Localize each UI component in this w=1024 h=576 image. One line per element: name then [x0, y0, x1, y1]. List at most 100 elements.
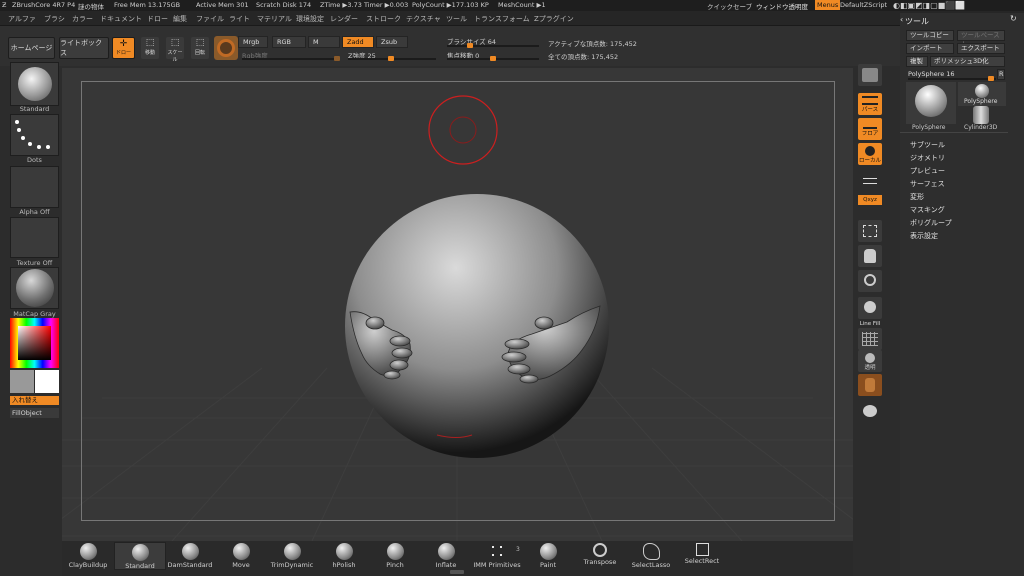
polyframe-button[interactable] [858, 328, 882, 350]
stroke-thumbnail-button[interactable] [10, 114, 59, 156]
color-picker-square[interactable] [18, 326, 51, 360]
brush-standard[interactable]: Standard [114, 542, 166, 570]
draw-button[interactable]: ✛ ドロー [112, 37, 135, 59]
menu-light[interactable]: ライト [229, 14, 250, 24]
secondary-color-swatch[interactable] [35, 370, 59, 393]
brush-thumbnail-button[interactable] [10, 62, 59, 106]
move-brush-icon [232, 543, 250, 560]
section-polygroups[interactable]: ポリグループ [910, 218, 952, 228]
section-display-properties[interactable]: 表示設定 [910, 231, 938, 241]
rgb-intensity-slider[interactable] [242, 56, 340, 61]
menu-document[interactable]: ドキュメント [100, 14, 142, 24]
transparent-button[interactable]: 透明 [858, 350, 882, 372]
mrgb-button[interactable]: Mrgb [238, 36, 268, 48]
move-button[interactable]: ⬚ 移動 [141, 37, 159, 59]
thumb3-label: Cylinder3D [964, 124, 998, 131]
focal-shift-slider[interactable] [447, 56, 539, 61]
default-zscript-button[interactable]: DefaultZScript [840, 1, 887, 9]
brush-selectlasso[interactable]: SelectLasso [625, 542, 677, 570]
window-transparency-button[interactable]: ウィンドウ透明度 [756, 1, 808, 11]
collapse-arrow-icon[interactable]: ‹ [900, 15, 903, 24]
menu-material[interactable]: マテリアル [257, 14, 292, 24]
load-tool-button[interactable]: ツールコピー [906, 30, 954, 41]
menu-alpha[interactable]: アルファ [8, 14, 36, 24]
zadd-button[interactable]: Zadd [342, 36, 374, 48]
scale-button[interactable]: ⬚ スケール [166, 37, 184, 63]
homepage-button[interactable]: ホームページ [8, 37, 55, 59]
tool-thumb-main[interactable] [906, 82, 956, 124]
brush-size-slider[interactable] [447, 43, 539, 48]
export-button[interactable]: エクスポート [957, 43, 1005, 54]
color-picker[interactable] [10, 318, 59, 368]
menu-preferences[interactable]: 環境設定 [296, 14, 324, 24]
solo-button[interactable] [858, 401, 882, 423]
brush-claybuildup[interactable]: ClayBuildup [62, 542, 114, 570]
move-view-button[interactable] [858, 245, 882, 267]
z-intensity-slider[interactable] [348, 56, 436, 61]
r-button[interactable]: R [997, 69, 1005, 80]
section-geometry[interactable]: ジオメトリ [910, 153, 945, 163]
brush-damstandard[interactable]: DamStandard [164, 542, 216, 570]
material-thumbnail-button[interactable] [10, 267, 59, 309]
lightbox-button[interactable]: ライトボックス [59, 37, 109, 59]
make-polymesh-button[interactable]: ポリメッシュ3D化 [930, 56, 1005, 67]
menu-zplugin[interactable]: Zプラグイン [534, 14, 574, 24]
zoom-view-button[interactable] [858, 270, 882, 292]
alpha-thumbnail-button[interactable] [10, 166, 59, 208]
free-mem: Free Mem 13.175GB [114, 1, 181, 9]
menu-brush[interactable]: ブラシ [44, 14, 65, 24]
window-controls-icon[interactable]: ◐◧▣◩◨▢■⬛⬜ [893, 1, 965, 10]
import-button[interactable]: インポート [906, 43, 954, 54]
ghost-button[interactable] [858, 374, 882, 396]
swap-colors-button[interactable]: 入れ替え [10, 396, 59, 405]
brush-hpolish[interactable]: hPolish [318, 542, 370, 570]
brush-trimdynamic[interactable]: TrimDynamic [266, 542, 318, 570]
brush-selectrect[interactable]: SelectRect [676, 542, 728, 570]
bottom-shelf-collapse-icon[interactable] [450, 570, 464, 574]
menu-tool[interactable]: ツール [446, 14, 467, 24]
fill-object-button[interactable]: FillObject [10, 408, 59, 418]
floor-button[interactable]: フロア [858, 118, 882, 140]
brush-pinch[interactable]: Pinch [369, 542, 421, 570]
rotate-view-button[interactable] [858, 297, 882, 319]
meshcount: MeshCount ▶1 [498, 1, 546, 9]
section-deformation[interactable]: 変形 [910, 192, 924, 202]
menu-file[interactable]: ファイル [196, 14, 224, 24]
paste-tool-button[interactable]: ツールペースト [957, 30, 1005, 48]
menu-transform[interactable]: トランスフォーム [474, 14, 530, 24]
section-preview[interactable]: プレビュー [910, 166, 945, 176]
brush-inflate[interactable]: Inflate [420, 542, 472, 570]
brush-move[interactable]: Move [215, 542, 267, 570]
rgb-button[interactable]: RGB [272, 36, 306, 48]
menus-button[interactable]: Menus [815, 0, 841, 10]
brush-paint[interactable]: Paint [522, 542, 574, 570]
frame-button[interactable] [858, 220, 882, 242]
lsym-button[interactable] [858, 172, 882, 194]
menu-texture[interactable]: テクスチャ [406, 14, 441, 24]
material-swatch-button[interactable] [214, 36, 238, 60]
quicksave-button[interactable]: クイックセーブ [707, 1, 752, 11]
bpr-render-button[interactable] [858, 64, 882, 86]
texture-thumbnail-button[interactable] [10, 217, 59, 258]
panel-close-icon[interactable]: ↻ [1010, 14, 1017, 23]
solo-icon [863, 405, 877, 417]
rotate-button[interactable]: ⬚ 回転 [191, 37, 209, 59]
clone-button[interactable]: 複製 [906, 56, 928, 67]
cylinder-icon[interactable] [973, 106, 989, 124]
tool-size-slider[interactable] [908, 76, 996, 81]
section-masking[interactable]: マスキング [910, 205, 945, 215]
menu-color[interactable]: カラー [72, 14, 93, 24]
menu-edit[interactable]: 編集 [173, 14, 187, 24]
local-button[interactable]: ローカル [858, 143, 882, 165]
main-color-swatch[interactable] [10, 370, 34, 393]
xyz-rotation-button[interactable]: Qxyz [858, 195, 882, 205]
brush-transpose[interactable]: Transpose [574, 542, 626, 570]
perspective-button[interactable]: パース [858, 93, 882, 115]
m-button[interactable]: M [308, 36, 340, 48]
section-surface[interactable]: サーフェス [910, 179, 945, 189]
zsub-button[interactable]: Zsub [376, 36, 408, 48]
menu-draw[interactable]: ドロー [147, 14, 168, 24]
menu-stroke[interactable]: ストローク [366, 14, 401, 24]
section-subtool[interactable]: サブツール [910, 140, 945, 150]
menu-render[interactable]: レンダー [330, 14, 358, 24]
